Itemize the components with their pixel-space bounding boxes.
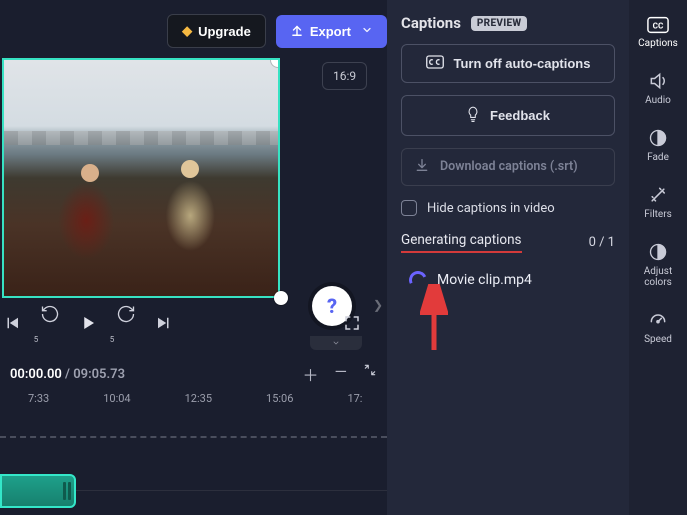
diamond-icon: ◆ xyxy=(182,23,192,39)
hide-captions-label: Hide captions in video xyxy=(427,201,555,216)
upgrade-button[interactable]: ◆ Upgrade xyxy=(167,14,266,48)
preview-badge: PREVIEW xyxy=(471,16,528,31)
ruler-mark: 7:33 xyxy=(28,392,49,418)
forward-5-button[interactable]: 5 xyxy=(116,304,136,347)
play-button[interactable] xyxy=(78,314,98,336)
rail-label: Filters xyxy=(644,209,672,220)
zoom-in-button[interactable]: ＋ xyxy=(302,362,318,386)
timeline-row-divider xyxy=(76,490,387,491)
toggle-auto-captions-label: Turn off auto-captions xyxy=(454,56,591,71)
hide-captions-checkbox[interactable] xyxy=(401,200,417,216)
rail-item-audio[interactable]: Audio xyxy=(645,71,671,106)
svg-text:CC: CC xyxy=(653,22,664,32)
feedback-label: Feedback xyxy=(490,108,550,123)
right-rail: CC Captions Audio Fade Filters Adjust co… xyxy=(629,0,687,515)
clip-trim-handle[interactable] xyxy=(68,482,71,500)
timeline-track-empty[interactable] xyxy=(0,436,387,438)
hide-captions-row[interactable]: Hide captions in video xyxy=(401,200,615,216)
rail-item-filters[interactable]: Filters xyxy=(644,185,672,220)
feedback-button[interactable]: Feedback xyxy=(401,95,615,136)
rail-label: Speed xyxy=(644,334,672,345)
ruler-mark: 15:06 xyxy=(266,392,293,418)
preview-thumbnail xyxy=(4,60,278,296)
generating-captions-label: Generating captions xyxy=(401,232,522,253)
timeline-ruler[interactable]: 7:33 10:04 12:35 15:06 17: xyxy=(0,392,387,418)
lightbulb-icon xyxy=(466,106,480,125)
skip-start-button[interactable] xyxy=(2,314,22,336)
rail-item-fade[interactable]: Fade xyxy=(647,128,669,163)
rail-item-speed[interactable]: Speed xyxy=(644,310,672,345)
timecode-duration: 09:05.73 xyxy=(73,367,125,382)
download-captions-label: Download captions (.srt) xyxy=(440,160,578,174)
timecode-current: 00:00.00 xyxy=(10,367,62,382)
rail-label: Adjust colors xyxy=(629,266,687,288)
rail-item-adjust-colors[interactable]: Adjust colors xyxy=(629,242,687,288)
rail-item-captions[interactable]: CC Captions xyxy=(638,16,678,49)
generating-counter: 0 / 1 xyxy=(589,235,615,250)
timeline-clip[interactable] xyxy=(0,474,76,508)
rewind-5-button[interactable]: 5 xyxy=(40,304,60,347)
timecode-bar: 00:00.00 / 09:05.73 ＋ ― xyxy=(0,358,387,390)
rail-label: Audio xyxy=(645,95,671,106)
aspect-ratio-pill[interactable]: 16:9 xyxy=(322,62,367,90)
resize-handle-br[interactable] xyxy=(274,291,288,305)
skip-end-button[interactable] xyxy=(154,314,174,336)
upgrade-label: Upgrade xyxy=(198,24,251,39)
generating-file-row: Movie clip.mp4 xyxy=(409,271,615,289)
cc-icon xyxy=(426,55,444,72)
export-label: Export xyxy=(310,24,351,39)
export-button[interactable]: Export xyxy=(276,15,387,48)
spinner-icon xyxy=(406,268,429,291)
download-captions-button: Download captions (.srt) xyxy=(401,148,615,186)
clip-trim-handle[interactable] xyxy=(63,482,66,500)
panel-title: Captions xyxy=(401,14,461,32)
fullscreen-button[interactable] xyxy=(342,314,362,336)
timecode: 00:00.00 / 09:05.73 xyxy=(10,367,125,382)
upload-icon xyxy=(290,23,304,40)
collapse-preview-tab[interactable] xyxy=(310,336,362,350)
fit-timeline-button[interactable] xyxy=(363,362,377,386)
chevron-down-icon xyxy=(361,24,373,39)
rail-label: Captions xyxy=(638,38,678,49)
zoom-out-button[interactable]: ― xyxy=(335,362,348,386)
rail-label: Fade xyxy=(647,152,669,163)
download-icon xyxy=(414,157,430,177)
ruler-mark: 10:04 xyxy=(103,392,130,418)
toggle-auto-captions-button[interactable]: Turn off auto-captions xyxy=(401,44,615,83)
ruler-mark: 12:35 xyxy=(185,392,212,418)
captions-panel: Captions PREVIEW Turn off auto-captions … xyxy=(387,0,629,515)
ruler-mark: 17: xyxy=(347,392,362,418)
generating-file-name: Movie clip.mp4 xyxy=(437,272,532,288)
video-preview[interactable] xyxy=(2,58,280,298)
